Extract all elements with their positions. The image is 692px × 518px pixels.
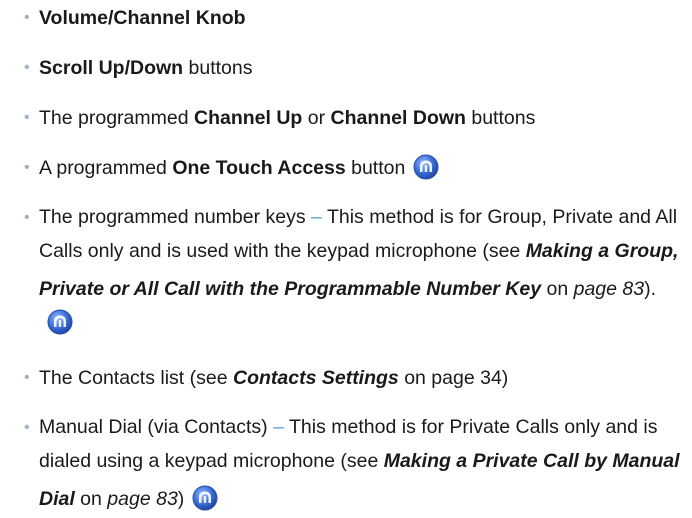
bullet: • (24, 419, 30, 436)
item-bold-text: One Touch Access (172, 157, 346, 179)
item-text: The programmed number keys (39, 206, 312, 228)
item-text: The programmed (39, 107, 194, 129)
item-text: buttons (183, 57, 253, 79)
list-item: • A programmed One Touch Access button (0, 152, 684, 184)
item-bold-text: Channel Down (330, 107, 466, 129)
item-text: Manual Dial (via Contacts) (39, 416, 274, 438)
list-item: • The Contacts list (see Contacts Settin… (0, 362, 684, 394)
em-dash: – (311, 206, 322, 228)
list-item: • Manual Dial (via Contacts) – This meth… (0, 412, 684, 518)
bullet: • (24, 209, 30, 226)
item-text: on page 34) (398, 367, 509, 389)
item-bold-text: Volume/Channel Knob (39, 7, 246, 29)
em-dash: – (273, 416, 284, 438)
bullet: • (24, 109, 30, 126)
item-text: on (541, 278, 574, 300)
item-text: buttons (465, 107, 536, 129)
feature-radio-icon (47, 309, 73, 335)
item-text: ). (644, 278, 657, 300)
item-text: on (74, 488, 108, 510)
feature-radio-icon (413, 154, 439, 180)
list-item: • Volume/Channel Knob (0, 2, 684, 34)
page-reference[interactable]: page 83 (574, 278, 645, 300)
bullet: • (24, 9, 30, 26)
bullet: • (24, 59, 30, 76)
item-bold-text: Scroll Up/Down (39, 57, 184, 79)
item-text: The Contacts list (see (39, 367, 233, 389)
item-text: or (302, 107, 331, 129)
list-item: • The programmed number keys – This meth… (0, 202, 684, 338)
list-item: • Scroll Up/Down buttons (0, 52, 684, 84)
bullet: • (24, 369, 30, 386)
item-text: A programmed (39, 157, 173, 179)
page-reference[interactable]: page 83 (107, 488, 178, 510)
feature-radio-icon (192, 485, 218, 511)
item-text: button (345, 157, 406, 179)
item-bold-text: Channel Up (193, 107, 303, 129)
cross-reference-link[interactable]: Contacts Settings (233, 367, 399, 389)
bullet: • (24, 159, 30, 176)
list-item: • The programmed Channel Up or Channel D… (0, 102, 684, 134)
item-text: ) (177, 488, 185, 510)
